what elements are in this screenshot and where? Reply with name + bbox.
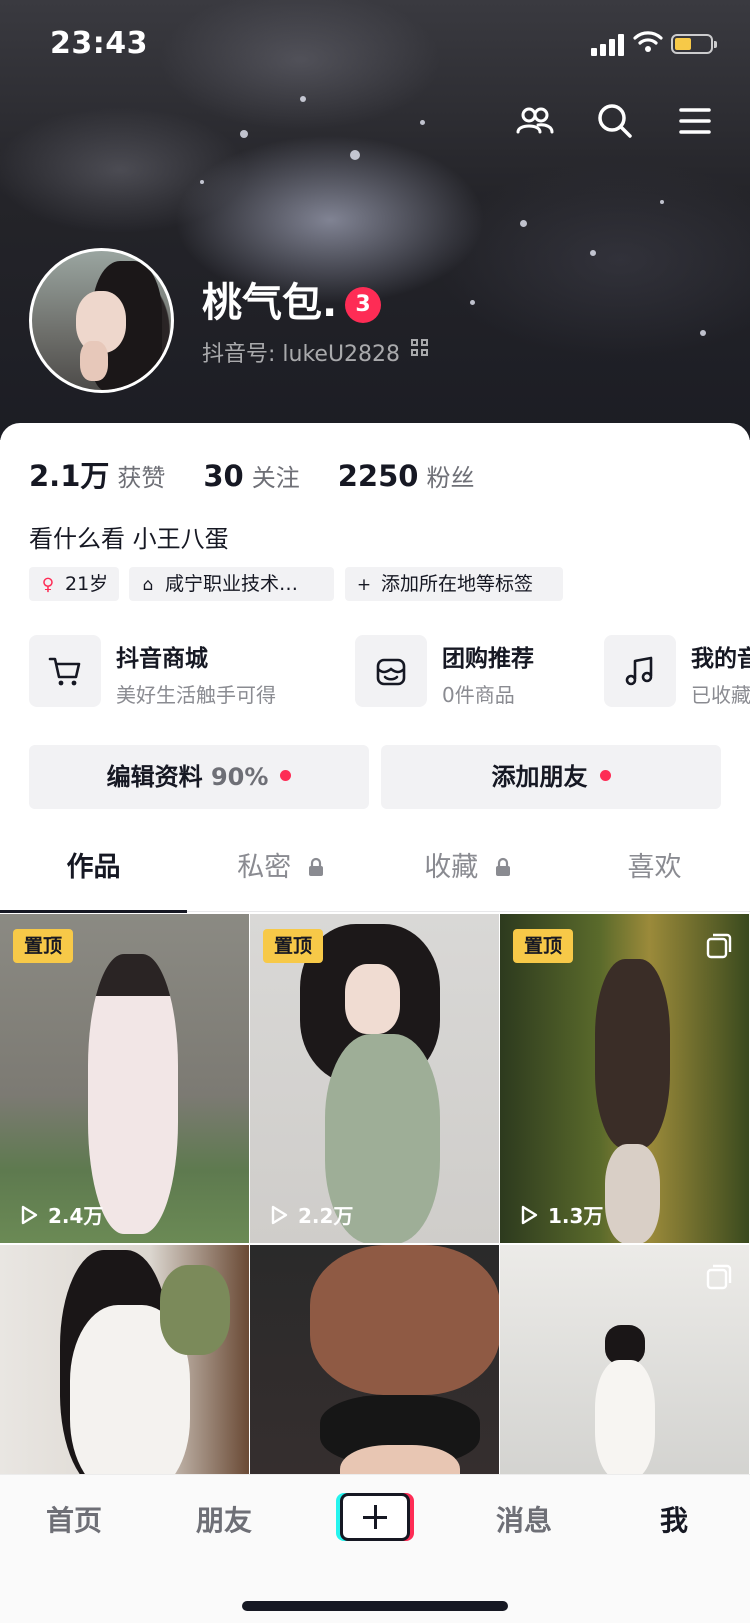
cart-icon xyxy=(29,635,101,707)
menu-icon[interactable] xyxy=(672,98,718,144)
tag-add-label: 添加所在地等标签 xyxy=(381,573,534,595)
nav-me[interactable]: 我 xyxy=(624,1499,724,1539)
video-grid: 置顶 2.4万 置顶 2.2万 置顶 1.3万 xyxy=(0,914,750,1574)
plus-icon: + xyxy=(356,575,372,595)
view-count-text: 2.2万 xyxy=(298,1204,354,1228)
service-mall-subtitle: 美好生活触手可得 xyxy=(116,683,276,707)
nav-friends[interactable]: 朋友 xyxy=(174,1499,274,1539)
red-dot xyxy=(280,769,292,781)
bottom-nav: 首页 朋友 消息 我 xyxy=(0,1474,750,1623)
service-mall-title: 抖音商城 xyxy=(116,646,208,672)
tab-works[interactable]: 作品 xyxy=(0,828,187,913)
friends-icon[interactable] xyxy=(512,98,558,144)
battery-icon xyxy=(671,34,717,54)
profile-cover[interactable]: 23:43 桃气包. 3 抖音号: lukeU2828 xyxy=(0,0,750,440)
content-tabs: 作品 私密 收藏 喜欢 xyxy=(0,828,750,913)
wifi-icon xyxy=(633,31,663,52)
tab-private[interactable]: 私密 xyxy=(187,828,374,912)
edit-profile-button[interactable]: 编辑资料 90% xyxy=(29,745,369,809)
view-count: 2.4万 xyxy=(18,1200,103,1229)
add-friend-label: 添加朋友 xyxy=(491,763,588,791)
service-music-subtitle: 已收藏 xyxy=(691,683,750,707)
play-icon xyxy=(21,1205,38,1224)
stat-followers-value: 2250 xyxy=(337,459,419,493)
stat-followers-label: 粉丝 xyxy=(426,464,475,492)
tab-favorites[interactable]: 收藏 xyxy=(374,828,561,912)
bio: 看什么看 小王八蛋 xyxy=(29,525,229,553)
pinned-badge: 置顶 xyxy=(513,929,573,963)
tab-favorites-label: 收藏 xyxy=(424,852,479,883)
create-post-button[interactable] xyxy=(340,1493,410,1541)
service-mall[interactable]: 抖音商城 美好生活触手可得 xyxy=(29,633,329,709)
group-buy-icon xyxy=(355,635,427,707)
service-group-buy-subtitle: 0件商品 xyxy=(442,683,515,707)
add-friend-button[interactable]: 添加朋友 xyxy=(381,745,721,809)
tab-likes-label: 喜欢 xyxy=(627,852,682,883)
pinned-badge: 置顶 xyxy=(13,929,73,963)
view-count: 2.2万 xyxy=(268,1200,353,1229)
pinned-badge: 置顶 xyxy=(263,929,323,963)
view-count: 1.3万 xyxy=(518,1200,603,1229)
lock-icon xyxy=(495,857,510,876)
view-count-text: 1.3万 xyxy=(548,1204,604,1228)
video-thumbnail[interactable]: 置顶 1.3万 xyxy=(500,914,749,1243)
play-icon xyxy=(521,1205,538,1224)
cellular-signal-icon xyxy=(591,32,625,56)
home-indicator xyxy=(242,1601,508,1611)
multi-image-icon xyxy=(706,933,732,959)
stat-following-value: 30 xyxy=(203,459,244,493)
school-icon: ⌂ xyxy=(142,575,154,595)
edit-profile-percent: 90% xyxy=(210,763,269,791)
tab-works-label: 作品 xyxy=(66,852,121,883)
profile-screen: 23:43 桃气包. 3 抖音号: lukeU2828 2.1万 获赞 30 关… xyxy=(0,0,750,1623)
edit-profile-label: 编辑资料 xyxy=(106,763,203,791)
service-group-buy-title: 团购推荐 xyxy=(442,646,534,672)
stat-likes-label: 获赞 xyxy=(117,464,166,492)
avatar[interactable] xyxy=(29,248,174,393)
service-music[interactable]: 我的音乐 已收藏 xyxy=(604,633,750,709)
nav-messages[interactable]: 消息 xyxy=(474,1499,574,1539)
stats-row: 2.1万 获赞 30 关注 2250 粉丝 xyxy=(29,453,512,493)
stat-likes[interactable]: 2.1万 获赞 xyxy=(29,453,165,495)
service-music-title: 我的音乐 xyxy=(691,646,750,672)
services-row: 抖音商城 美好生活触手可得 团购推荐 0件商品 我的音乐 已收藏 xyxy=(0,633,750,709)
tag-age-label: 21岁 xyxy=(65,573,109,595)
video-thumbnail[interactable]: 置顶 2.4万 xyxy=(0,914,249,1243)
stat-following[interactable]: 30 关注 xyxy=(203,458,299,493)
nav-home[interactable]: 首页 xyxy=(24,1499,124,1539)
notification-badge[interactable]: 3 xyxy=(345,287,381,323)
profile-card: 2.1万 获赞 30 关注 2250 粉丝 看什么看 小王八蛋 ♀ 21岁 ⌂ 咸宁… xyxy=(0,423,750,1623)
nickname: 桃气包. xyxy=(202,280,338,326)
status-bar: 23:43 xyxy=(0,0,750,88)
qr-code-icon[interactable] xyxy=(411,339,429,357)
tab-private-label: 私密 xyxy=(237,852,292,883)
red-dot xyxy=(599,769,611,781)
service-group-buy[interactable]: 团购推荐 0件商品 xyxy=(355,633,585,709)
tag-school[interactable]: ⌂ 咸宁职业技术… xyxy=(129,567,334,601)
stat-followers[interactable]: 2250 粉丝 xyxy=(338,458,475,493)
status-time: 23:43 xyxy=(50,26,148,61)
action-buttons: 编辑资料 90% 添加朋友 xyxy=(29,745,721,809)
tab-active-indicator xyxy=(0,910,187,913)
video-thumbnail[interactable]: 置顶 2.2万 xyxy=(250,914,499,1243)
tab-likes[interactable]: 喜欢 xyxy=(561,828,748,912)
stat-likes-value: 2.1万 xyxy=(29,459,110,493)
tag-age[interactable]: ♀ 21岁 xyxy=(29,567,119,601)
music-note-icon xyxy=(604,635,676,707)
tag-school-label: 咸宁职业技术… xyxy=(165,573,299,595)
search-icon[interactable] xyxy=(592,98,638,144)
gender-female-icon: ♀ xyxy=(41,575,55,595)
view-count-text: 2.4万 xyxy=(48,1204,104,1228)
lock-icon xyxy=(308,857,323,876)
tag-add[interactable]: + 添加所在地等标签 xyxy=(345,567,563,601)
play-icon xyxy=(271,1205,288,1224)
multi-image-icon xyxy=(706,1264,732,1290)
stat-following-label: 关注 xyxy=(251,464,300,492)
douyin-id[interactable]: 抖音号: lukeU2828 xyxy=(202,336,400,368)
